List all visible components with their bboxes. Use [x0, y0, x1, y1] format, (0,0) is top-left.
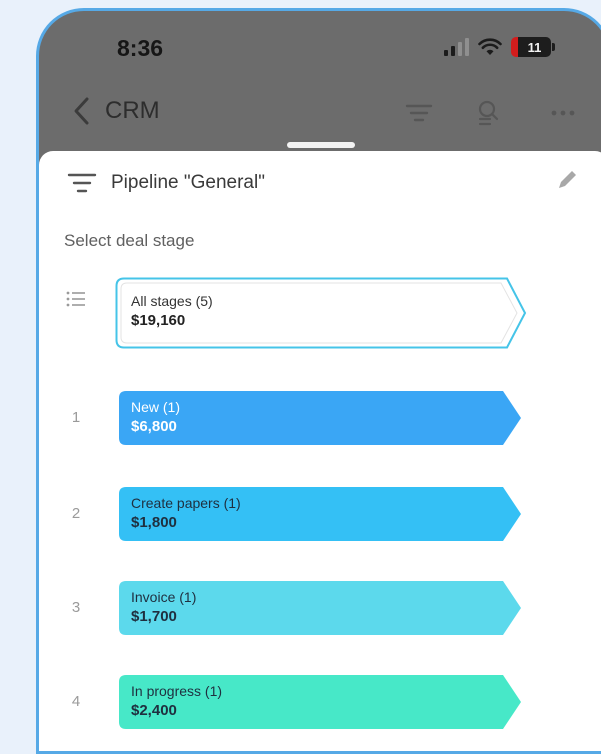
stage-name: Create papers (1): [131, 495, 241, 511]
stage-button-in-progress[interactable]: In progress (1) $2,400: [119, 675, 523, 729]
stage-text: In progress (1) $2,400: [131, 681, 222, 721]
stage-index: 4: [71, 693, 81, 710]
stage-name: All stages (5): [131, 293, 213, 309]
stage-button-new[interactable]: New (1) $6,800: [119, 391, 523, 445]
more-icon: [551, 110, 575, 116]
status-time: 8:36: [117, 35, 164, 61]
back-button[interactable]: [67, 93, 97, 129]
stage-name: In progress (1): [131, 683, 223, 699]
filter-icon: [405, 104, 433, 122]
stage-index: 1: [71, 409, 81, 426]
stage-picker-sheet: Pipeline "General" Select deal stage All…: [39, 151, 601, 751]
stage-text: New (1) $6,800: [131, 397, 180, 437]
nav-title: CRM: [105, 97, 160, 124]
pipeline-label: Pipeline "General": [111, 172, 265, 193]
stage-amount: $6,800: [131, 418, 177, 435]
wifi-icon: [478, 38, 502, 55]
stage-amount: $1,700: [131, 608, 177, 625]
stage-all-button[interactable]: All stages (5) $19,160: [115, 277, 529, 349]
stage-amount: $1,800: [131, 514, 177, 531]
battery-icon: 11: [511, 37, 555, 57]
stage-all-text: All stages (5) $19,160: [131, 291, 213, 331]
stage-name: New (1): [131, 399, 181, 415]
filter-button[interactable]: [401, 95, 437, 131]
stage-row-all: All stages (5) $19,160: [39, 277, 601, 349]
sheet-grabber[interactable]: [287, 142, 355, 148]
pipeline-selector[interactable]: Pipeline "General": [67, 163, 587, 203]
section-label: Select deal stage: [64, 231, 195, 250]
stage-amount: $19,160: [131, 312, 186, 329]
stage-button-create-papers[interactable]: Create papers (1) $1,800: [119, 487, 523, 541]
signal-icon: [444, 38, 469, 56]
pencil-icon: [559, 171, 576, 188]
status-icons: 11: [443, 37, 555, 57]
stage-button-invoice[interactable]: Invoice (1) $1,700: [119, 581, 523, 635]
stage-row: 2 Create papers (1) $1,800: [39, 487, 601, 545]
phone-frame: 8:36 11 CRM Pipeline "General" Select de…: [36, 8, 601, 754]
search-list-icon: [478, 100, 499, 126]
search-button[interactable]: [471, 95, 507, 131]
stage-text: Create papers (1) $1,800: [131, 493, 241, 533]
list-icon: [66, 291, 85, 307]
more-button[interactable]: [545, 95, 581, 131]
chevron-left-icon: [74, 97, 89, 125]
stage-row: 3 Invoice (1) $1,700: [39, 581, 601, 639]
stage-row: 4 In progress (1) $2,400: [39, 675, 601, 733]
stage-row: 1 New (1) $6,800: [39, 391, 601, 449]
battery-level: 11: [527, 39, 542, 55]
status-bar: 8:36 11: [39, 11, 601, 81]
edit-pipeline-button[interactable]: [554, 167, 580, 193]
stage-index: 3: [71, 599, 81, 616]
filter-icon: [67, 173, 97, 193]
stage-amount: $2,400: [131, 702, 177, 719]
stage-name: Invoice (1): [131, 589, 197, 605]
nav-bar: CRM: [39, 83, 601, 143]
stage-index: 2: [71, 505, 81, 522]
stage-text: Invoice (1) $1,700: [131, 587, 196, 627]
